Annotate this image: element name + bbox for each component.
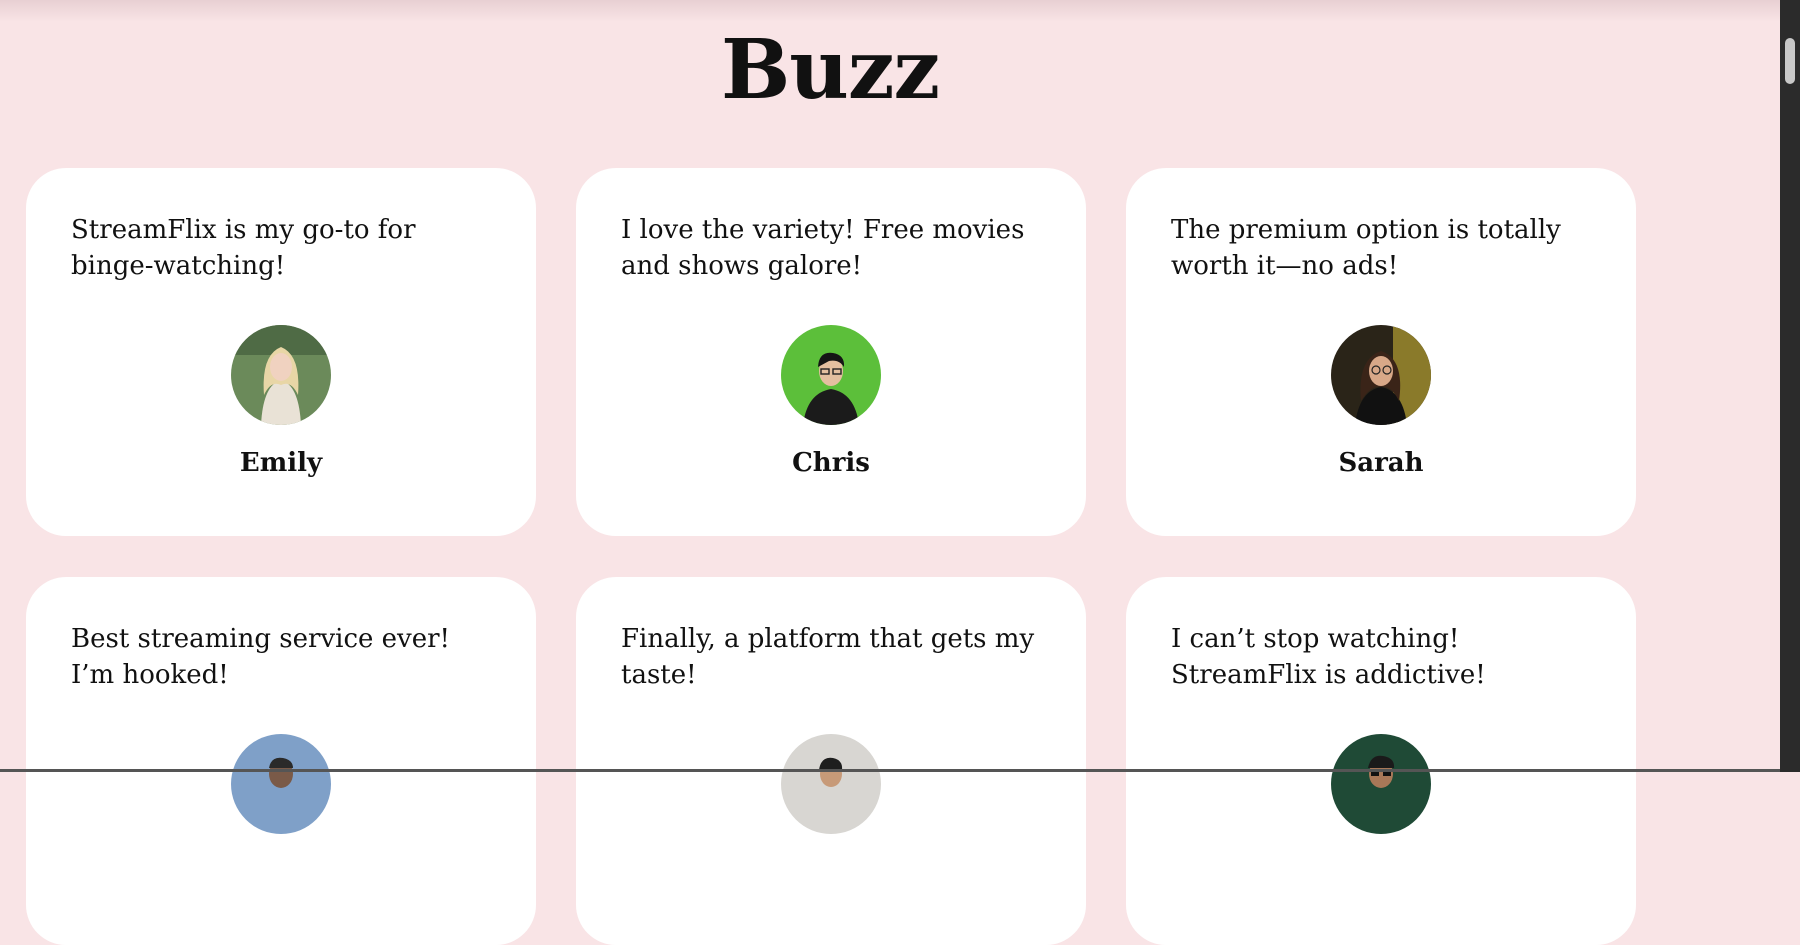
avatar: [1331, 325, 1431, 425]
section-title: Buzz: [720, 22, 940, 118]
header-shadow: [0, 0, 1780, 22]
testimonial-quote: I can’t stop watching! StreamFlix is add…: [1171, 624, 1486, 690]
testimonial-quote: I love the variety! Free movies and show…: [621, 215, 1025, 281]
testimonial-card: StreamFlix is my go-to for binge-watchin…: [26, 168, 536, 536]
testimonial-quote: StreamFlix is my go-to for binge-watchin…: [71, 215, 416, 281]
testimonial-quote: Best streaming service ever! I’m hooked!: [71, 624, 450, 690]
avatar: [1331, 734, 1431, 834]
testimonial-card: I love the variety! Free movies and show…: [576, 168, 1086, 536]
testimonial-card: Best streaming service ever! I’m hooked!: [26, 577, 536, 945]
avatar: [231, 325, 331, 425]
testimonial-name: Sarah: [1338, 448, 1424, 478]
avatar: [781, 325, 881, 425]
testimonial-card: The premium option is totally worth it—n…: [1126, 168, 1636, 536]
testimonial-card: Finally, a platform that gets my taste!: [576, 577, 1086, 945]
avatar: [231, 734, 331, 834]
testimonial-name: Emily: [239, 448, 323, 478]
scrollbar-thumb[interactable]: [1785, 38, 1795, 84]
testimonial-quote: Finally, a platform that gets my taste!: [621, 624, 1035, 690]
testimonial-name: Chris: [792, 448, 870, 478]
testimonial-card: I can’t stop watching! StreamFlix is add…: [1126, 577, 1636, 945]
avatar: [781, 734, 881, 834]
testimonial-quote: The premium option is totally worth it—n…: [1171, 215, 1561, 281]
vertical-scrollbar[interactable]: [1780, 0, 1800, 772]
